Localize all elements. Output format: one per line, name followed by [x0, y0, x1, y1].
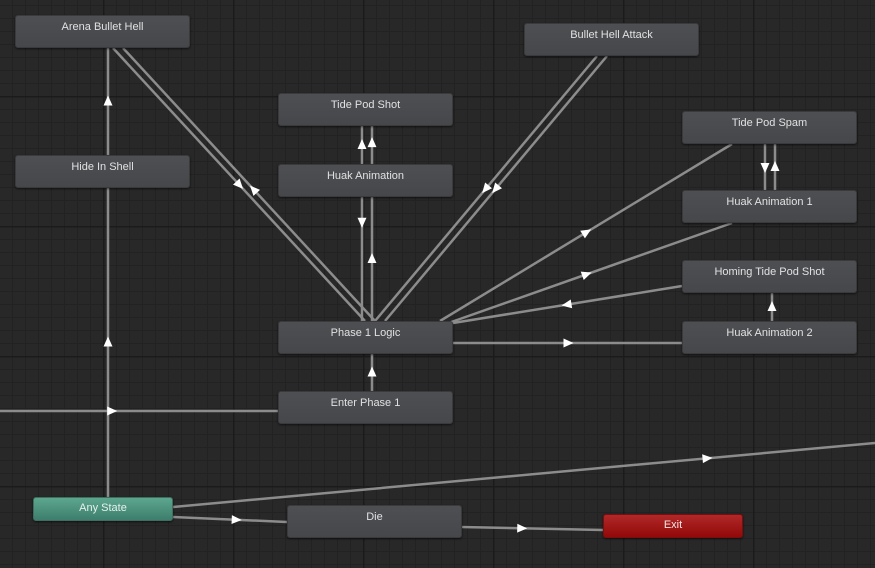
- state-node-hide-in-shell[interactable]: Hide In Shell: [15, 155, 190, 188]
- state-label: Hide In Shell: [71, 161, 134, 173]
- transition-arrow-icon[interactable]: [563, 338, 574, 348]
- state-node-bullet-hell-attack[interactable]: Bullet Hell Attack: [524, 23, 699, 56]
- transition-arrow-icon[interactable]: [367, 253, 377, 263]
- transition-arrow-icon[interactable]: [103, 95, 113, 106]
- state-label: Homing Tide Pod Shot: [714, 266, 825, 278]
- transition-arrow-icon[interactable]: [561, 299, 573, 309]
- state-node-arena-bullet-hell[interactable]: Arena Bullet Hell: [15, 15, 190, 48]
- state-label: Enter Phase 1: [330, 397, 401, 409]
- transition-line-die-to-exit[interactable]: [461, 525, 604, 532]
- state-node-huak-animation-1[interactable]: Huak Animation 1: [682, 190, 857, 223]
- state-label: Huak Animation: [326, 170, 405, 182]
- state-label: Huak Animation 2: [726, 327, 813, 339]
- state-node-exit[interactable]: Exit: [603, 514, 743, 538]
- transition-arrow-icon[interactable]: [103, 336, 113, 347]
- transition-arrow-icon[interactable]: [357, 217, 367, 228]
- transition-arrow-icon[interactable]: [760, 163, 770, 173]
- state-node-huak-animation-2[interactable]: Huak Animation 2: [682, 321, 857, 354]
- transition-arrow-icon[interactable]: [517, 523, 528, 533]
- state-node-phase-1-logic[interactable]: Phase 1 Logic: [278, 321, 453, 354]
- state-label: Phase 1 Logic: [330, 327, 401, 339]
- transition-line-any-state-to-die[interactable]: [172, 515, 288, 524]
- transition-arrow-icon[interactable]: [231, 515, 242, 525]
- state-label: Any State: [79, 502, 127, 514]
- transition-arrow-icon[interactable]: [580, 271, 592, 281]
- state-label: Tide Pod Spam: [731, 117, 808, 129]
- state-label: Arena Bullet Hell: [61, 21, 144, 33]
- transition-arrow-icon[interactable]: [357, 139, 367, 149]
- state-node-enter-phase-1[interactable]: Enter Phase 1: [278, 391, 453, 424]
- transition-arrow-icon[interactable]: [367, 366, 377, 377]
- state-label: Tide Pod Shot: [330, 99, 401, 111]
- state-node-tide-pod-spam[interactable]: Tide Pod Spam: [682, 111, 857, 144]
- transition-arrow-icon[interactable]: [107, 406, 118, 416]
- state-node-homing-tide-pod-shot[interactable]: Homing Tide Pod Shot: [682, 260, 857, 293]
- transition-arrow-icon[interactable]: [367, 137, 377, 148]
- transition-arrow-icon[interactable]: [770, 161, 780, 171]
- state-node-die[interactable]: Die: [287, 505, 462, 538]
- state-node-huak-animation[interactable]: Huak Animation: [278, 164, 453, 197]
- state-label: Bullet Hell Attack: [570, 29, 653, 41]
- state-label: Huak Animation 1: [726, 196, 813, 208]
- state-node-any-state[interactable]: Any State: [33, 497, 173, 521]
- state-label: Die: [366, 511, 383, 523]
- transition-line-any-state-to-offscreen-right[interactable]: [172, 441, 875, 509]
- state-label: Exit: [663, 519, 683, 531]
- state-node-tide-pod-shot[interactable]: Tide Pod Shot: [278, 93, 453, 126]
- transition-arrow-icon[interactable]: [767, 301, 777, 311]
